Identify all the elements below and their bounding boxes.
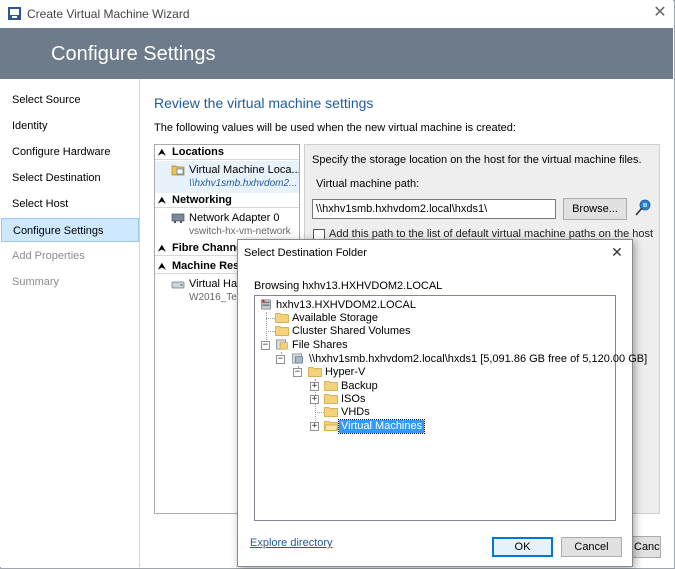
- setting-item-virtual-hard-disk[interactable]: Virtual Har: [189, 278, 241, 290]
- collapse-chevron-icon[interactable]: ⮝: [158, 241, 172, 256]
- section-label: Networking: [172, 194, 232, 206]
- collapse-expander-icon[interactable]: −: [261, 341, 270, 350]
- section-header-networking[interactable]: ⮝ Networking: [155, 193, 299, 208]
- tree-node-vhds[interactable]: VHDs: [341, 406, 370, 419]
- tree-node-isos[interactable]: ISOs: [341, 393, 365, 406]
- dialog-close-icon[interactable]: ✕: [609, 244, 625, 260]
- folder-icon: [324, 381, 338, 391]
- file-shares-icon: [276, 339, 288, 350]
- folder-icon: [324, 407, 338, 417]
- tree-node-file-shares[interactable]: File Shares: [292, 339, 348, 352]
- folder-open-icon: [324, 421, 338, 431]
- setting-item-vm-location[interactable]: Virtual Machine Loca...: [189, 164, 299, 176]
- setting-item-vm-location-value: \\hxhv1smb.hxhvdom2...: [189, 178, 298, 189]
- nav-step-identity[interactable]: Identity: [1, 114, 139, 138]
- virtual-hard-disk-icon: [171, 281, 185, 289]
- vmm-app-icon: [8, 7, 21, 20]
- collapse-chevron-icon[interactable]: ⮝: [158, 259, 172, 274]
- destination-folder-tree[interactable]: hxhv13.HXHVDOM2.LOCAL Available Storage …: [254, 295, 647, 521]
- tree-node-host[interactable]: hxhv13.HXHVDOM2.LOCAL: [276, 299, 416, 312]
- folder-icon: [324, 394, 338, 404]
- cancel-button[interactable]: Cancel: [561, 537, 622, 557]
- tree-node-hyper-v[interactable]: Hyper-V: [325, 366, 365, 379]
- section-label: Machine Res: [172, 260, 240, 272]
- setting-item-network-adapter[interactable]: Network Adapter 0: [189, 212, 280, 224]
- tree-node-smb-share[interactable]: \\hxhv1smb.hxhvdom2.local\hxds1 [5,091.8…: [309, 353, 647, 366]
- nav-step-configure-hardware[interactable]: Configure Hardware: [1, 140, 139, 164]
- explore-directory-link[interactable]: Explore directory: [250, 537, 333, 549]
- tree-node-virtual-machines[interactable]: Virtual Machines: [337, 419, 426, 434]
- vm-path-input[interactable]: [312, 199, 556, 219]
- tree-node-cluster-shared-volumes[interactable]: Cluster Shared Volumes: [292, 325, 411, 338]
- expand-expander-icon[interactable]: +: [310, 382, 319, 391]
- nav-step-select-source[interactable]: Select Source: [1, 88, 139, 112]
- section-label: Locations: [172, 146, 224, 158]
- expand-expander-icon[interactable]: +: [310, 422, 319, 431]
- nav-step-select-host[interactable]: Select Host: [1, 192, 139, 216]
- setting-item-network-value: vswitch-hx-vm-network: [189, 226, 291, 237]
- pin-icon[interactable]: [633, 198, 653, 218]
- section-header-locations[interactable]: ⮝ Locations: [155, 145, 299, 160]
- window-close-icon[interactable]: ✕: [650, 3, 670, 23]
- page-title: Configure Settings: [51, 43, 216, 65]
- nav-step-summary: Summary: [12, 276, 60, 288]
- folder-icon: [275, 326, 289, 336]
- collapse-expander-icon[interactable]: −: [293, 368, 302, 377]
- section-label: Fibre Channe: [172, 242, 243, 254]
- nav-step-add-properties: Add Properties: [12, 250, 85, 262]
- vm-path-label: Virtual machine path:: [316, 178, 420, 190]
- ok-button[interactable]: OK: [492, 537, 553, 557]
- collapse-chevron-icon[interactable]: ⮝: [158, 193, 172, 208]
- nav-step-configure-settings[interactable]: Configure Settings: [1, 218, 139, 242]
- server-icon: [261, 299, 271, 310]
- network-adapter-icon: [171, 213, 185, 223]
- content-description: The following values will be used when t…: [154, 122, 516, 134]
- window-title: Create Virtual Machine Wizard: [27, 7, 190, 21]
- expand-expander-icon[interactable]: +: [310, 395, 319, 404]
- folder-icon: [275, 313, 289, 323]
- content-heading: Review the virtual machine settings: [154, 95, 374, 111]
- tree-node-available-storage[interactable]: Available Storage: [292, 312, 378, 325]
- dialog-title: Select Destination Folder: [244, 247, 367, 259]
- browsing-host-label: Browsing hxhv13.HXHVDOM2.LOCAL: [254, 280, 443, 292]
- folder-icon: [308, 367, 322, 377]
- setting-item-vhd-value: W2016_Te: [189, 292, 237, 303]
- collapse-expander-icon[interactable]: −: [276, 355, 285, 364]
- nav-step-select-destination[interactable]: Select Destination: [1, 166, 139, 190]
- browse-button[interactable]: Browse...: [563, 198, 627, 220]
- storage-instruction: Specify the storage location on the host…: [312, 154, 642, 166]
- share-icon: [292, 353, 303, 364]
- vm-location-folder-icon: [171, 165, 185, 176]
- collapse-chevron-icon[interactable]: ⮝: [158, 145, 172, 160]
- tree-node-backup[interactable]: Backup: [341, 380, 378, 393]
